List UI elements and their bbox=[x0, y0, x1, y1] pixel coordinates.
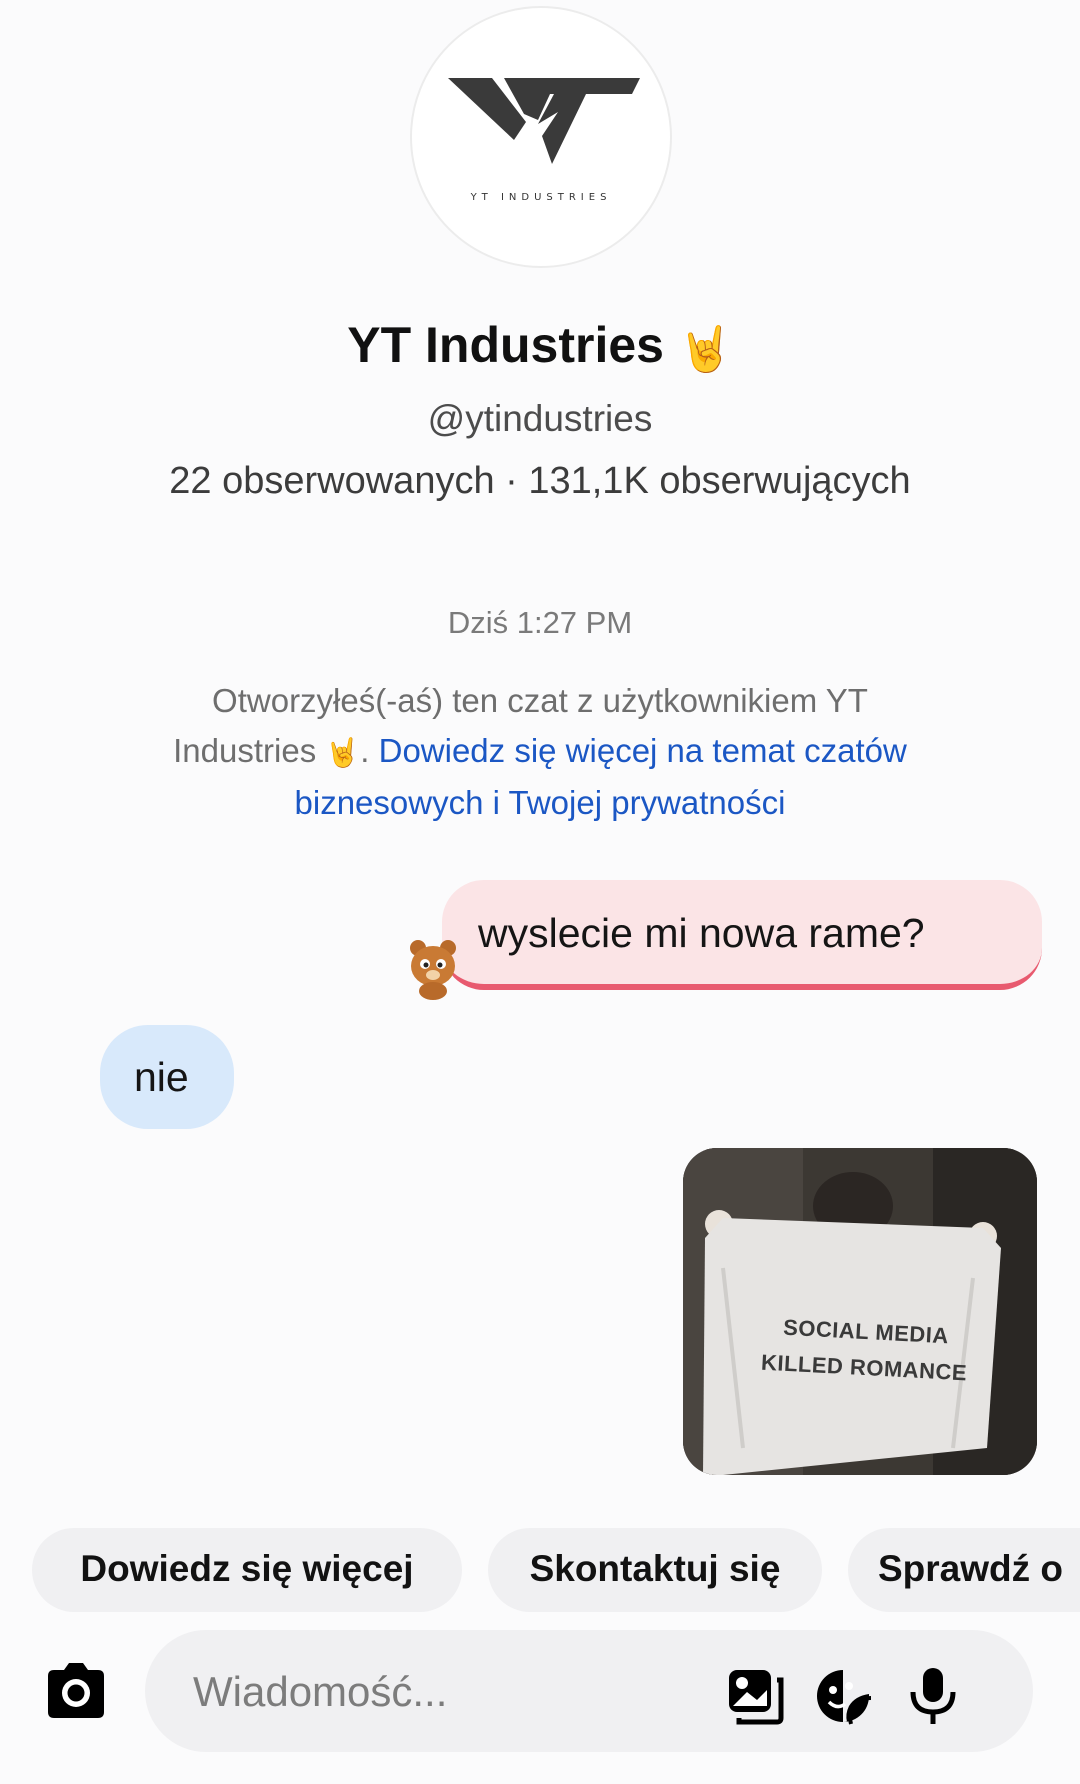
rock-hand-emoji: 🤘 bbox=[325, 737, 361, 768]
message-text: nie bbox=[134, 1054, 189, 1100]
rock-hand-emoji: 🤘 bbox=[677, 324, 733, 374]
profile-name-row: YT Industries 🤘 bbox=[0, 316, 1080, 375]
notice-separator: . bbox=[360, 732, 370, 769]
profile-stats: 22 obserwowanych · 131,1K obserwujących bbox=[169, 460, 911, 502]
profile-handle[interactable]: @ytindustries bbox=[0, 398, 1080, 440]
message-input[interactable] bbox=[191, 1664, 675, 1720]
quick-reply-learn-more[interactable]: Dowiedz się więcej bbox=[32, 1528, 462, 1612]
outgoing-message[interactable]: wyslecie mi nowa rame? bbox=[442, 880, 1042, 990]
gallery-icon[interactable] bbox=[725, 1666, 785, 1726]
profile-avatar[interactable]: YT INDUSTRIES bbox=[410, 6, 672, 268]
yt-logo-icon bbox=[448, 78, 640, 164]
chat-timestamp: Dziś 1:27 PM bbox=[447, 605, 633, 640]
message-text: wyslecie mi nowa rame? bbox=[478, 910, 925, 956]
logo-caption: YT INDUSTRIES bbox=[470, 192, 612, 203]
business-chat-notice: Otworzyłeś(-aś) ten czat z użytkownikiem… bbox=[150, 676, 930, 828]
photo-message[interactable]: SOCIAL MEDIA KILLED ROMANCE bbox=[683, 1148, 1037, 1475]
bear-reaction-icon[interactable] bbox=[408, 938, 458, 1000]
incoming-message[interactable]: nie bbox=[100, 1025, 234, 1129]
sticker-icon[interactable] bbox=[813, 1666, 873, 1726]
camera-icon[interactable] bbox=[42, 1660, 110, 1720]
shirt-print-text: SOCIAL MEDIA KILLED ROMANCE bbox=[760, 1314, 968, 1386]
message-composer bbox=[145, 1630, 1033, 1752]
microphone-icon[interactable] bbox=[903, 1666, 963, 1726]
profile-name: YT Industries bbox=[347, 317, 664, 373]
quick-reply-contact[interactable]: Skontaktuj się bbox=[488, 1528, 822, 1612]
privacy-info-link[interactable]: Dowiedz się więcej na temat czatów bizne… bbox=[295, 732, 907, 821]
quick-reply-check[interactable]: Sprawdź o bbox=[848, 1528, 1080, 1612]
photo-image bbox=[683, 1148, 1037, 1475]
